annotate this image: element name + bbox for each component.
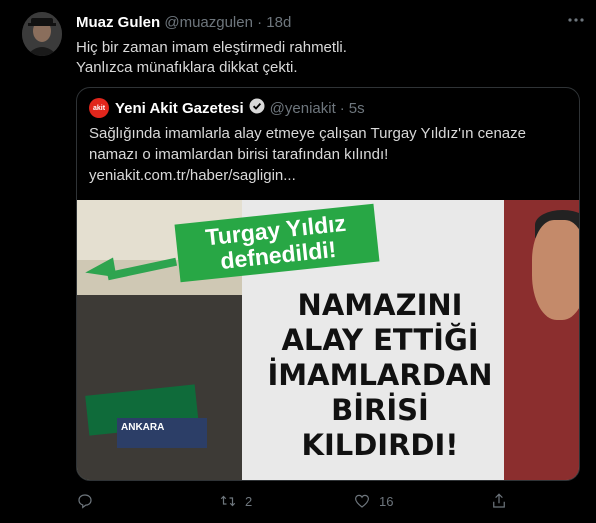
headline-line: KILDIRDI! [301, 428, 459, 462]
tweet-time[interactable]: 18d [266, 14, 291, 31]
quoted-tweet-header: akit Yeni Akit Gazetesi @yeniakit · 5s [89, 98, 365, 118]
more-options-icon[interactable] [566, 12, 588, 30]
author-name[interactable]: Muaz Gulen [76, 14, 160, 31]
akit-logo-avatar[interactable]: akit [89, 98, 109, 118]
tweet-text-line: Hiç bir zaman imam eleştirmedi rahmetli. [76, 39, 347, 56]
quoted-author-name[interactable]: Yeni Akit Gazetesi [115, 100, 244, 117]
headline-line: ALAY ETTİĞİ [281, 323, 479, 357]
retweet-button[interactable]: 2 [219, 492, 252, 510]
headline-line: NAMAZINI [297, 288, 463, 322]
heart-icon [355, 494, 369, 508]
retweet-count: 2 [245, 493, 253, 509]
headline-line: BİRİSİ [331, 393, 429, 427]
quoted-tweet-time[interactable]: 5s [349, 100, 365, 117]
reply-button[interactable] [76, 492, 102, 510]
quoted-tweet[interactable]: akit Yeni Akit Gazetesi @yeniakit · 5s S… [76, 87, 580, 481]
tweet-text-line: Yanlızca münafıklara dikkat çekti. [76, 59, 298, 76]
quoted-tweet-image[interactable]: ANKARA Turgay Yıldız defnedildi! NAMAZIN… [77, 200, 579, 480]
like-button[interactable]: 16 [353, 492, 393, 510]
time-separator: · [339, 99, 345, 117]
tweet-header: Muaz Gulen @muazgulen · 18d [76, 14, 291, 31]
quoted-tweet-text: Sağlığında imamlarla alay etmeye çalışan… [89, 123, 569, 186]
reply-icon [78, 494, 92, 509]
share-icon [493, 493, 505, 508]
quoted-author-handle[interactable]: @yeniakit [270, 100, 336, 117]
author-handle[interactable]: @muazgulen [164, 14, 253, 31]
quoted-text-line: Sağlığında imamlarla alay etmeye çalışan… [89, 125, 526, 142]
tweet-text: Hiç bir zaman imam eleştirmedi rahmetli.… [76, 38, 576, 78]
author-avatar[interactable] [22, 12, 62, 56]
wreath-sign-text: ANKARA [121, 422, 165, 433]
retweet-icon [220, 495, 236, 507]
quoted-text-line: namazı o imamlardan birisi tarafından kı… [89, 146, 389, 163]
portrait-face [532, 220, 579, 320]
verified-badge-icon [249, 98, 265, 118]
share-button[interactable] [490, 492, 508, 510]
time-separator: · [257, 14, 263, 31]
quoted-link[interactable]: yeniakit.com.tr/haber/sagligin... [89, 165, 569, 186]
like-count: 16 [379, 493, 394, 509]
tweet-actions: 2 16 [76, 492, 516, 516]
headline-line: İMAMLARDAN [267, 358, 493, 392]
image-headline: NAMAZINI ALAY ETTİĞİ İMAMLARDAN BİRİSİ K… [245, 288, 515, 463]
